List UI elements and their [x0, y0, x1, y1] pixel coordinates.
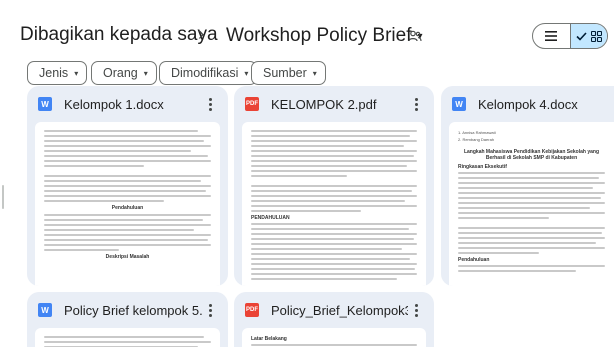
file-thumbnail: Latar Belakang: [242, 328, 426, 347]
word-doc-icon: W: [38, 97, 52, 111]
chevron-down-icon: ▾: [74, 68, 79, 78]
chevron-down-icon: ▾: [312, 68, 317, 78]
thumb-footer-title: Deskripsi Masalah: [105, 254, 150, 260]
thumb-section-title: Latar Belakang: [251, 336, 287, 342]
filter-modified-chip[interactable]: Dimodifikasi ▾: [159, 61, 258, 85]
filter-type-chip[interactable]: Jenis ▾: [27, 61, 88, 85]
file-name: Policy_Brief_Kelompok3.pdf: [271, 302, 408, 318]
chevron-down-icon: ▾: [244, 68, 249, 78]
thumb-section-title: PENDAHULUAN: [251, 215, 290, 221]
view-toggle: [532, 23, 608, 49]
file-name: Kelompok 4.docx: [478, 96, 578, 112]
chip-label: Sumber: [263, 66, 307, 80]
file-card-header: W Kelompok 4.docx: [441, 86, 614, 122]
thumb-section-title: Ringkasan Eksekutif: [458, 164, 507, 170]
file-card-header: PDF KELOMPOK 2.pdf: [234, 86, 434, 122]
grid-view-button[interactable]: [569, 24, 607, 48]
filter-source-chip[interactable]: Sumber ▾: [251, 61, 326, 85]
word-doc-icon: W: [452, 97, 466, 111]
file-card[interactable]: W Kelompok 4.docx 1. Annisa Rahmawati 2.…: [441, 86, 614, 286]
thumb-author-line: 2. Rembang Daerah: [458, 137, 495, 142]
thumb-section-title: Pendahuluan: [458, 257, 490, 263]
file-card-header: W Kelompok 1.docx: [27, 86, 228, 122]
file-name: KELOMPOK 2.pdf: [271, 96, 377, 112]
file-card[interactable]: PDF Policy_Brief_Kelompok3.pdf Latar Bel…: [234, 292, 434, 347]
more-vert-icon[interactable]: [202, 97, 218, 111]
file-thumbnail: PENDAHULUAN: [242, 122, 426, 286]
file-thumbnail: [35, 328, 220, 347]
breadcrumb-separator: ›: [198, 24, 205, 45]
folder-title: Workshop Policy Brief: [226, 25, 412, 46]
grid-icon: [590, 30, 602, 42]
more-vert-icon[interactable]: [408, 97, 424, 111]
filter-people-chip[interactable]: Orang ▾: [91, 61, 157, 85]
file-thumbnail: 1. Annisa Rahmawati 2. Rembang Daerah La…: [449, 122, 614, 286]
file-thumbnail: Pendahuluan Deskripsi Masalah: [35, 122, 220, 286]
scrollbar-indicator[interactable]: [2, 185, 4, 209]
people-icon: [408, 30, 422, 42]
more-vert-icon[interactable]: [408, 303, 424, 317]
more-vert-icon[interactable]: [202, 303, 218, 317]
chip-label: Jenis: [39, 66, 69, 80]
list-icon: [545, 31, 558, 41]
list-view-button[interactable]: [533, 24, 570, 48]
pdf-icon: PDF: [245, 303, 259, 317]
file-card[interactable]: PDF KELOMPOK 2.pdf PENDAHULUAN: [234, 86, 434, 286]
chip-label: Orang: [103, 66, 138, 80]
pdf-icon: PDF: [245, 97, 259, 111]
file-card-header: W Policy Brief kelompok 5.docx: [27, 292, 228, 328]
thumb-section-title: Pendahuluan: [111, 205, 144, 211]
chip-label: Dimodifikasi: [171, 66, 239, 80]
thumb-author-line: 1. Annisa Rahmawati: [458, 130, 496, 135]
thumb-doc-title: Langkah Mahasiswa Pendidikan Kebijakan S…: [463, 149, 600, 161]
file-card[interactable]: W Kelompok 1.docx Pendahuluan Deskripsi …: [27, 86, 228, 286]
chevron-down-icon: ▾: [143, 68, 148, 78]
file-name: Kelompok 1.docx: [64, 96, 164, 112]
word-doc-icon: W: [38, 303, 52, 317]
file-name: Policy Brief kelompok 5.docx: [64, 302, 202, 318]
check-icon: [576, 31, 587, 41]
file-card-header: PDF Policy_Brief_Kelompok3.pdf: [234, 292, 434, 328]
breadcrumb-shared-with-me[interactable]: Dibagikan kepada saya: [20, 24, 218, 46]
breadcrumb-current-folder[interactable]: Workshop Policy Brief ▾: [226, 22, 423, 50]
file-card[interactable]: W Policy Brief kelompok 5.docx: [27, 292, 228, 347]
drive-header: Dibagikan kepada saya › Workshop Policy …: [0, 0, 614, 56]
